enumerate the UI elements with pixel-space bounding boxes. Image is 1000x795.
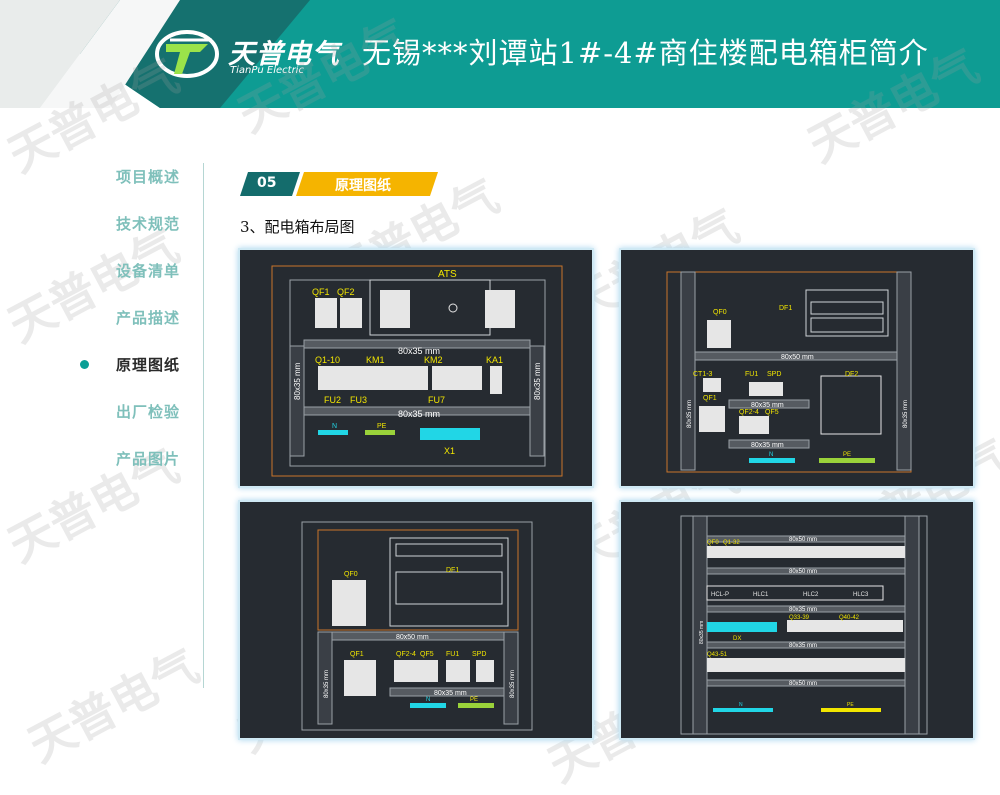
label-rail1: 80x50 mm [789, 537, 817, 543]
label-qf1: QF1 [312, 287, 330, 297]
label-ats: ATS [438, 269, 457, 280]
label-fu2: FU2 [324, 395, 341, 405]
label-n: N [426, 697, 430, 703]
page-title: 无锡***刘谭站1#-4#商住楼配电箱柜简介 [362, 36, 929, 70]
label-rail1: 80x50 mm [781, 354, 814, 361]
label-fu3: FU3 [350, 395, 367, 405]
section-number: 05 [257, 175, 277, 191]
side-nav: 项目概述 技术规范 设备清单 产品描述 原理图纸 出厂检验 产品图片 [60, 162, 180, 491]
label-rail2: 80x35 mm [751, 402, 784, 409]
label-pe: PE [847, 702, 854, 708]
label-df1: DF1 [446, 567, 459, 574]
label-pe: PE [470, 697, 478, 703]
label-n: N [332, 423, 337, 430]
label-rail4: 80x35 mm [789, 643, 817, 649]
label-rail1: 80x50 mm [396, 634, 429, 641]
label-qf5: QF5 [765, 409, 779, 416]
label-q40-42: Q40-42 [839, 615, 860, 621]
label-n: N [739, 702, 743, 708]
layout-diagram-3[interactable]: QF0 DF1 80x50 mm QF1 QF2-4 QF5 FU1 SPD 8… [238, 500, 594, 740]
layout-diagram-2[interactable]: QF0 DF1 80x50 mm CT1-3 FU1 SPD DF2 QF1 8… [619, 248, 975, 488]
label-side: 80x35 mm [699, 621, 705, 644]
label-side-right: 80x35 mm [533, 362, 542, 400]
label-hcl-p: HCL-P [711, 592, 729, 598]
label-rail5: 80x50 mm [789, 681, 817, 687]
logo-english-name: TianPu Electric [230, 65, 304, 76]
label-rail3: 80x35 mm [789, 607, 817, 613]
label-q1-10: Q1-10 [315, 355, 340, 365]
label-km1: KM1 [366, 355, 385, 365]
label-qf0: QF0 [713, 309, 727, 316]
watermark: 天普电气 [19, 638, 208, 773]
header-banner: 天普电气 TianPu Electric 无锡***刘谭站1#-4#商住楼配电箱… [0, 0, 1000, 108]
nav-item-equipment-list[interactable]: 设备清单 [60, 256, 180, 303]
label-pe: PE [377, 423, 387, 430]
label-hlc1: HLC1 [753, 592, 769, 598]
label-q33-39: Q33-39 [789, 615, 810, 621]
label-qf5: QF5 [420, 651, 434, 658]
label-fu7: FU7 [428, 395, 445, 405]
label-qf1: QF1 [703, 395, 717, 402]
label-q1-32: Q1-32 [723, 540, 740, 546]
label-dx: DX [733, 636, 741, 642]
label-qf1: QF1 [350, 651, 364, 658]
label-rail3: 80x35 mm [751, 442, 784, 449]
label-ct: CT1-3 [693, 371, 713, 378]
label-hlc2: HLC2 [803, 592, 819, 598]
label-n: N [769, 452, 773, 458]
label-side-left: 80x35 mm [324, 670, 330, 698]
tianpu-logo-icon [155, 30, 219, 78]
nav-item-tech-spec[interactable]: 技术规范 [60, 209, 180, 256]
label-q43-51: Q43-51 [707, 652, 728, 658]
label-qf0: QF0 [344, 571, 358, 578]
label-df1: DF1 [779, 305, 792, 312]
label-fu1: FU1 [745, 371, 758, 378]
section-subtitle: 3、配电箱布局图 [240, 218, 355, 236]
nav-item-schematics[interactable]: 原理图纸 [60, 350, 180, 397]
label-side-left: 80x35 mm [687, 400, 693, 428]
nav-item-product-images[interactable]: 产品图片 [60, 444, 180, 491]
label-qf2: QF2 [337, 287, 355, 297]
label-side-left: 80x35 mm [293, 362, 302, 400]
label-pe: PE [843, 452, 851, 458]
label-side-right: 80x35 mm [510, 670, 516, 698]
label-fu1: FU1 [446, 651, 459, 658]
label-qf2-4: QF2-4 [396, 651, 416, 658]
nav-item-project-overview[interactable]: 项目概述 [60, 162, 180, 209]
label-km2: KM2 [424, 355, 443, 365]
layout-diagram-1[interactable]: ATS QF1 QF2 80x35 mm Q1-10 KM1 KM2 KA1 F… [238, 248, 594, 488]
label-rail2: 80x35 mm [434, 690, 467, 697]
label-df2: DF2 [845, 371, 858, 378]
label-ka1: KA1 [486, 355, 503, 365]
label-spd: SPD [472, 651, 486, 658]
layout-diagram-4[interactable]: QF0 Q1-32 80x50 mm 80x50 mm HCL-P HLC1 H… [619, 500, 975, 740]
nav-item-product-desc[interactable]: 产品描述 [60, 303, 180, 350]
label-x1: X1 [444, 446, 455, 456]
label-rail-bottom: 80x35 mm [398, 409, 440, 419]
nav-item-factory-inspection[interactable]: 出厂检验 [60, 397, 180, 444]
label-qf2-4: QF2-4 [739, 409, 759, 416]
label-side-right: 80x35 mm [903, 400, 909, 428]
label-spd: SPD [767, 371, 781, 378]
label-qf0: QF0 [707, 540, 719, 546]
label-rail2: 80x50 mm [789, 569, 817, 575]
label-hlc3: HLC3 [853, 592, 869, 598]
nav-divider [203, 163, 204, 688]
